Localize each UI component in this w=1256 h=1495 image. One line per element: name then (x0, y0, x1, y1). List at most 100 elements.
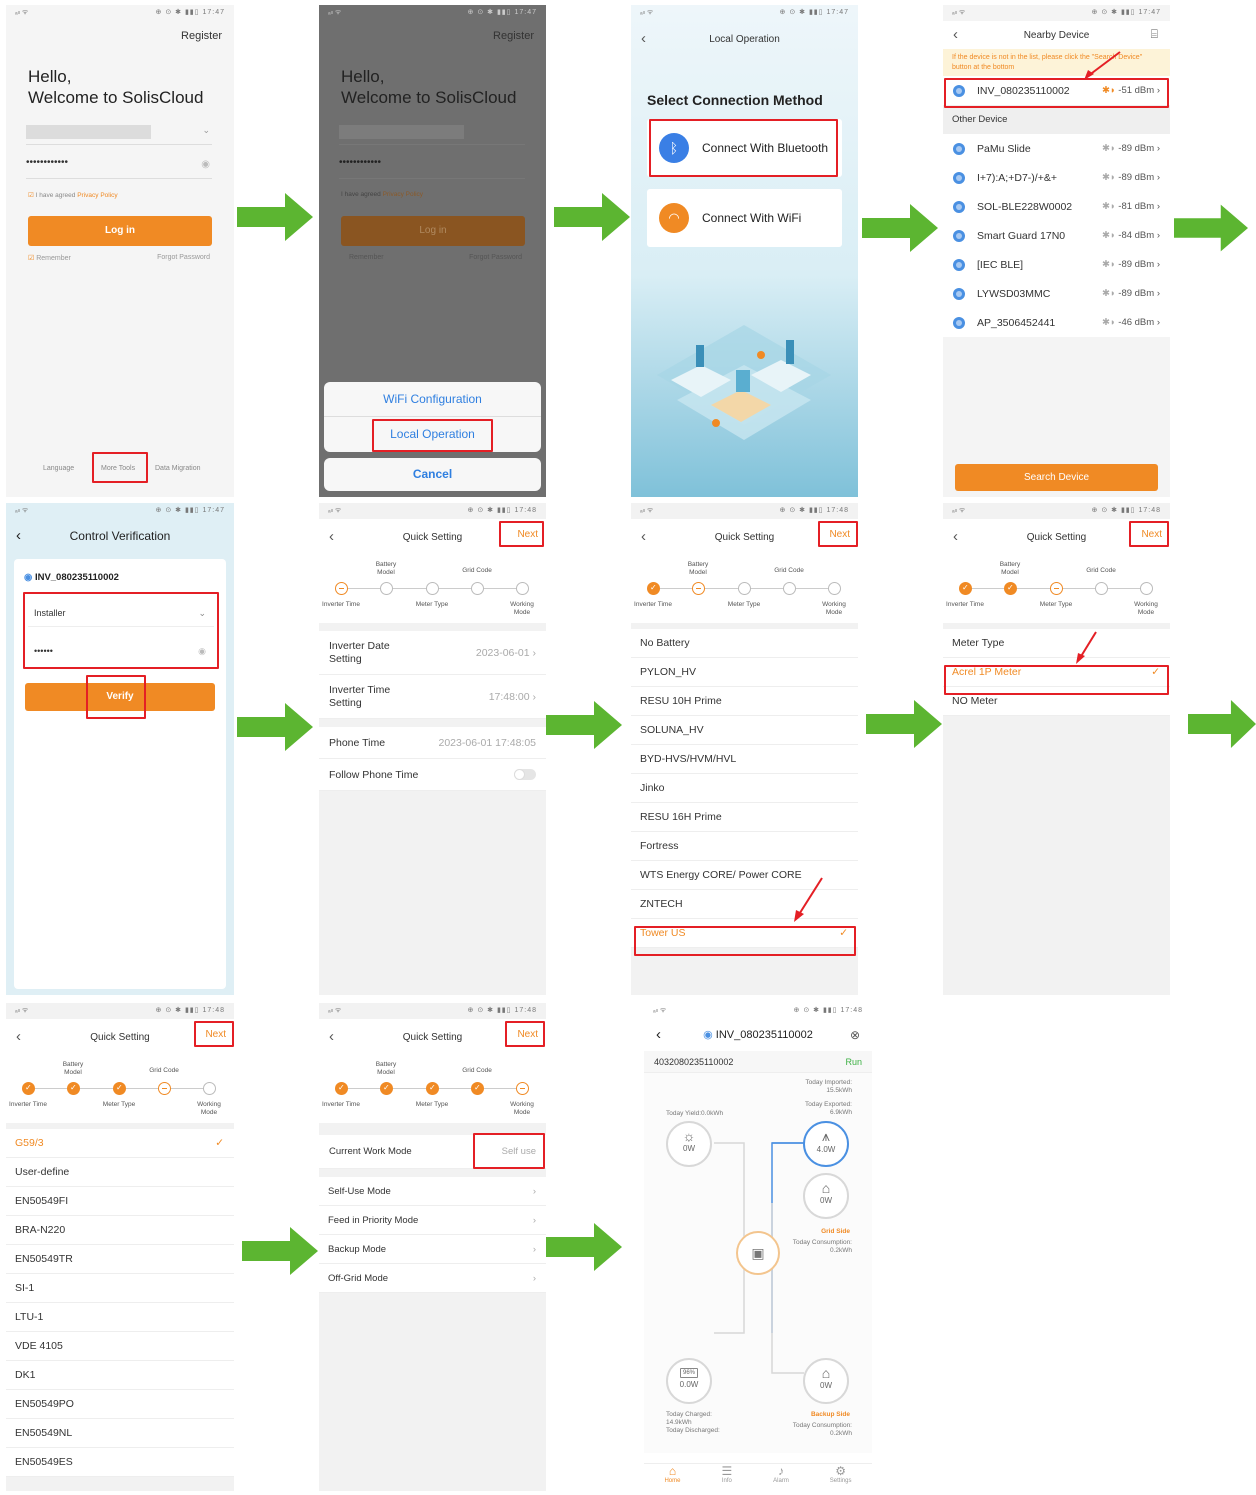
stepper-dot (516, 1082, 529, 1095)
footer-data-migration[interactable]: Data Migration (155, 465, 201, 472)
bluetooth-icon (953, 171, 965, 184)
stepper-dot: ✓ (1004, 582, 1017, 595)
battery-option[interactable]: No Battery (631, 629, 858, 658)
register-link[interactable]: Register (181, 30, 222, 42)
login-button[interactable]: Log in (28, 216, 212, 246)
eye-icon[interactable]: ◉ (201, 159, 210, 170)
chevron-down-icon[interactable]: ⌄ (202, 125, 210, 136)
inverter-node: ▣ (736, 1231, 780, 1275)
tab-info[interactable]: ☰ Info (721, 1464, 732, 1493)
page-title: Quick Setting (714, 531, 775, 543)
checkbox-icon[interactable]: ☑ (28, 255, 34, 262)
back-icon[interactable]: ‹ (16, 519, 21, 553)
battery-option[interactable]: RESU 10H Prime (631, 687, 858, 716)
tab-alarm[interactable]: ♪ Alarm (773, 1464, 789, 1493)
follow-phone-toggle[interactable] (514, 769, 536, 780)
cancel-button[interactable]: Cancel (324, 458, 541, 491)
footer-language[interactable]: Language (43, 465, 74, 472)
login-button: Log in (341, 216, 525, 246)
account-field[interactable]: ⌄ (26, 123, 212, 145)
stepper-label: Meter Type (415, 1101, 449, 1108)
stepper-label: Working Mode (510, 601, 534, 616)
scan-icon[interactable]: ⌸ (1151, 27, 1158, 42)
remember-row: Remember (349, 254, 384, 261)
stepper-label: Grid Code (149, 1067, 179, 1074)
grid-consumption: Today Consumption: 0.2kWh (792, 1239, 852, 1254)
battery-option[interactable]: BYD-HVS/HVM/HVL (631, 745, 858, 774)
work-mode-option[interactable]: Backup Mode › (319, 1235, 546, 1264)
checkbox-icon[interactable]: ☑ (28, 192, 34, 199)
back-icon[interactable]: ‹ (16, 1028, 21, 1045)
forgot-password-link[interactable]: Forgot Password (157, 254, 210, 261)
highlight-more-tools (92, 452, 148, 483)
grid-code-option[interactable]: EN50549TR (6, 1245, 234, 1274)
grid-code-option[interactable]: EN50549FI (6, 1187, 234, 1216)
password-field[interactable]: •••••••••••• ◉ (26, 157, 212, 179)
home-icon: ⌂ (821, 1365, 831, 1381)
highlight-next (1129, 521, 1169, 547)
grid-code-option[interactable]: BRA-N220 (6, 1216, 234, 1245)
work-mode-option[interactable]: Self-Use Mode › (319, 1177, 546, 1206)
device-row[interactable]: AP_3506452441 ✱◗ -46 dBm › (943, 308, 1170, 337)
bluetooth-icon (953, 316, 965, 329)
grid-code-option[interactable]: G59/3 ✓ (6, 1129, 234, 1158)
stepper-dot: ✓ (22, 1082, 35, 1095)
highlight-local-operation (372, 419, 493, 452)
other-device-header: Other Device (943, 105, 1170, 134)
signal-icon: ✱◗ (1101, 143, 1116, 154)
device-row[interactable]: PaMu Slide ✱◗ -89 dBm › (943, 134, 1170, 163)
back-icon[interactable]: ‹ (641, 528, 646, 545)
tab-settings[interactable]: ⚙ Settings (830, 1464, 852, 1493)
flow-arrow (1174, 204, 1248, 252)
grid-code-option[interactable]: VDE 4105 (6, 1332, 234, 1361)
stepper-dot (738, 582, 751, 595)
work-mode-option[interactable]: Off-Grid Mode › (319, 1264, 546, 1293)
highlight-current-mode (473, 1133, 545, 1169)
work-mode-option[interactable]: Feed in Priority Mode › (319, 1206, 546, 1235)
check-icon: ✓ (215, 1137, 224, 1149)
grid-code-option[interactable]: EN50549NL (6, 1419, 234, 1448)
wifi-configuration-option[interactable]: WiFi Configuration (324, 382, 541, 417)
battery-option[interactable]: SOLUNA_HV (631, 716, 858, 745)
back-icon[interactable]: ‹ (656, 1019, 661, 1051)
pv-node: ☼ 0W (666, 1121, 712, 1167)
remember-row[interactable]: ☑ Remember (28, 254, 71, 262)
flow-arrow (237, 703, 313, 751)
status-bar: ₐₗₗ ᯤ ⊕ ⊙ ✱ ▮▮▯ 17:48 (640, 507, 849, 514)
battery-option[interactable]: Jinko (631, 774, 858, 803)
grid-code-option[interactable]: DK1 (6, 1361, 234, 1390)
device-row[interactable]: [IEC BLE] ✱◗ -89 dBm › (943, 250, 1170, 279)
back-icon[interactable]: ‹ (329, 528, 334, 545)
battery-option[interactable]: RESU 16H Prime (631, 803, 858, 832)
stepper-dot (1140, 582, 1153, 595)
device-row[interactable]: I+7):A;+D7-)/+&+ ✱◗ -89 dBm › (943, 163, 1170, 192)
back-icon[interactable]: ‹ (329, 1028, 334, 1045)
battery-option[interactable]: PYLON_HV (631, 658, 858, 687)
device-row[interactable]: Smart Guard 17N0 ✱◗ -84 dBm › (943, 221, 1170, 250)
device-row[interactable]: SOL-BLE228W0002 ✱◗ -81 dBm › (943, 192, 1170, 221)
grid-code-option[interactable]: SI-1 (6, 1274, 234, 1303)
inverter-time-row[interactable]: Inverter Time Setting 17:48:00 › (319, 675, 546, 719)
close-icon[interactable]: ⊗ (850, 1019, 860, 1051)
agree-row[interactable]: ☑ I have agreed Privacy Policy (28, 191, 118, 199)
grid-code-option[interactable]: EN50549ES (6, 1448, 234, 1477)
device-row[interactable]: LYWSD03MMC ✱◗ -89 dBm › (943, 279, 1170, 308)
password-field: •••••••••••• (339, 157, 525, 179)
stepper-dot: ✓ (471, 1082, 484, 1095)
stepper-dot: ✓ (67, 1082, 80, 1095)
back-icon[interactable]: ‹ (953, 528, 958, 545)
nav-bar: ‹ Local Operation (631, 21, 858, 57)
battery-option[interactable]: Fortress (631, 832, 858, 861)
inverter-date-row[interactable]: Inverter Date Setting 2023-06-01 › (319, 631, 546, 675)
search-device-button[interactable]: Search Device (955, 464, 1158, 491)
alarm-icon: ♪ (777, 1464, 784, 1478)
grid-code-option[interactable]: User-define (6, 1158, 234, 1187)
progress-stepper: ✓ ✓ ✓ Battery Model Grid Code Inverter Time Me… (6, 1055, 234, 1123)
grid-code-option[interactable]: EN50549PO (6, 1390, 234, 1419)
grid-code-option[interactable]: LTU-1 (6, 1303, 234, 1332)
back-icon[interactable]: ‹ (641, 30, 646, 47)
tab-home[interactable]: ⌂ Home (664, 1464, 680, 1493)
back-icon[interactable]: ‹ (953, 26, 958, 43)
wifi-option[interactable]: ◠ Connect With WiFi (647, 189, 842, 247)
highlight-next (818, 521, 858, 547)
